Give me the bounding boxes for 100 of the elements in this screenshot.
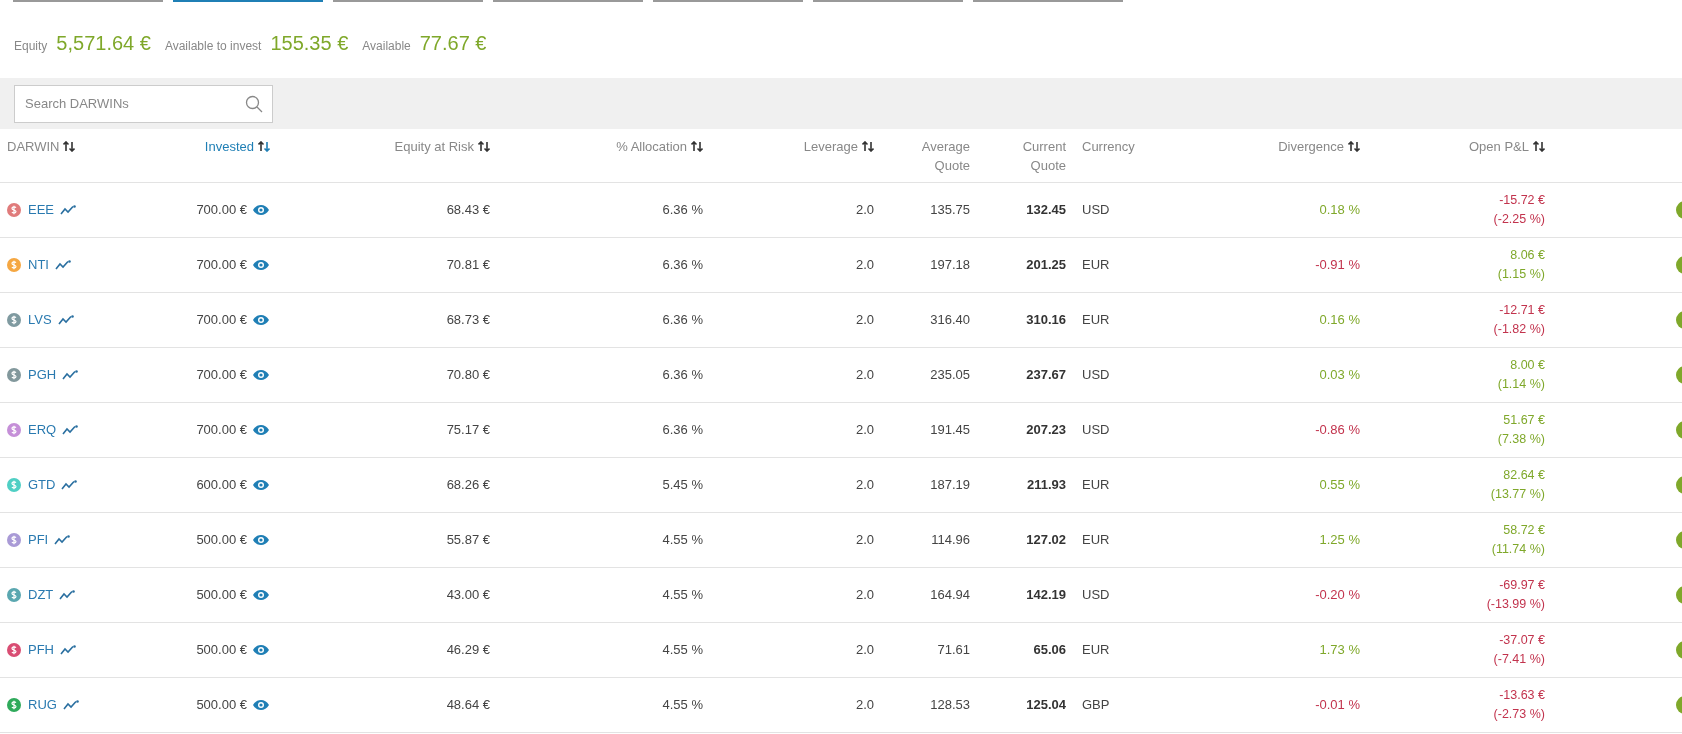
table-cell-text: 6.36 % xyxy=(662,366,703,385)
table-cell-text: (1.14 %) xyxy=(1497,376,1545,393)
table-cell-text: 0.18 % xyxy=(1319,201,1360,220)
table-cell-text: 65.06 xyxy=(1033,641,1066,660)
table-cell-text: 55.87 € xyxy=(446,531,490,550)
eye-icon[interactable] xyxy=(252,259,270,271)
table-cell-text: 4.55 % xyxy=(662,696,703,715)
table-cell-text: 4.55 % xyxy=(662,641,703,660)
column-header[interactable]: Invested xyxy=(204,137,254,156)
line-chart-icon[interactable] xyxy=(54,260,71,270)
table-cell-text: 43.00 € xyxy=(446,586,490,605)
darwin-link[interactable]: GTD xyxy=(28,475,56,495)
sort-icon[interactable] xyxy=(258,141,270,152)
eye-icon[interactable] xyxy=(252,699,270,711)
eye-icon[interactable] xyxy=(252,424,270,436)
darwin-link[interactable]: DZT xyxy=(28,585,54,605)
table-cell-text: 128.53 xyxy=(930,696,970,715)
column-header: Average Quote xyxy=(920,138,970,175)
table-cell-text: 700.00 € xyxy=(196,201,247,220)
table-cell-text: 500.00 € xyxy=(196,696,247,715)
table-cell-text: 310.16 xyxy=(1026,311,1066,330)
darwin-link[interactable]: PFH xyxy=(28,640,54,660)
table-cell-text: 125.04 xyxy=(1026,696,1066,715)
sort-icon[interactable] xyxy=(63,141,76,152)
table-cell-text: 237.67 xyxy=(1026,366,1066,385)
table-cell-text: 68.43 € xyxy=(446,201,490,220)
table-cell-text: USD xyxy=(1082,586,1110,605)
table-cell-text: 6.36 % xyxy=(662,256,703,275)
table-cell-text: EUR xyxy=(1082,641,1110,660)
table-cell-text: 0.55 % xyxy=(1319,476,1360,495)
column-header[interactable]: Open P&L xyxy=(1469,137,1529,156)
table-cell-text: 8.00 € xyxy=(1510,357,1545,374)
table-cell-text: (-7.41 %) xyxy=(1493,651,1545,668)
line-chart-icon[interactable] xyxy=(62,700,79,710)
darwin-link[interactable]: LVS xyxy=(28,310,52,330)
table-cell-text: 135.75 xyxy=(930,201,970,220)
search-icon[interactable] xyxy=(245,94,263,113)
table-cell-text: -12.71 € xyxy=(1499,302,1545,319)
line-chart-icon[interactable] xyxy=(60,205,76,215)
table-cell-text: 48.64 € xyxy=(446,696,490,715)
table-cell-text: 2.0 xyxy=(855,641,874,660)
eye-icon[interactable] xyxy=(252,644,270,656)
table-cell-text: 191.45 xyxy=(930,421,970,440)
table-cell-text: -0.86 % xyxy=(1315,421,1360,440)
table-cell-text: 197.18 xyxy=(930,256,970,275)
darwin-link[interactable]: RUG xyxy=(28,695,57,715)
table-cell-text: 211.93 xyxy=(1026,476,1066,495)
line-chart-icon[interactable] xyxy=(54,535,71,545)
line-chart-icon[interactable] xyxy=(59,590,76,600)
column-header[interactable]: DARWIN xyxy=(7,137,60,156)
line-chart-icon[interactable] xyxy=(62,425,79,435)
table-cell-text: EUR xyxy=(1082,311,1110,330)
table-cell-text: USD xyxy=(1082,201,1110,220)
line-chart-icon[interactable] xyxy=(57,315,74,325)
table-cell-text: (1.15 %) xyxy=(1497,266,1545,283)
eye-icon[interactable] xyxy=(252,369,270,381)
column-header[interactable]: Equity at Risk xyxy=(394,137,474,156)
table-cell-text: 127.02 xyxy=(1026,531,1066,550)
line-chart-icon[interactable] xyxy=(61,480,78,490)
sort-icon[interactable] xyxy=(478,141,490,152)
table-cell-text: 1.25 % xyxy=(1319,531,1360,550)
table-cell-text: (-2.73 %) xyxy=(1493,706,1545,723)
column-header[interactable]: % Allocation xyxy=(616,137,687,156)
table-cell-text: -13.63 € xyxy=(1499,687,1545,704)
table-cell-text: -37.07 € xyxy=(1499,632,1545,649)
table-cell-text: 68.26 € xyxy=(446,476,490,495)
sort-icon[interactable] xyxy=(691,141,703,152)
eye-icon[interactable] xyxy=(252,204,270,216)
table-cell-text: 235.05 xyxy=(930,366,970,385)
table-cell-text: 600.00 € xyxy=(196,476,247,495)
table-cell-text: 5.45 % xyxy=(662,476,703,495)
darwin-link[interactable]: PFI xyxy=(28,530,49,550)
sort-icon[interactable] xyxy=(1533,141,1545,152)
column-header[interactable]: Leverage xyxy=(803,137,858,156)
line-chart-icon[interactable] xyxy=(60,645,76,655)
table-cell-text: 700.00 € xyxy=(196,311,247,330)
table-cell-text: 700.00 € xyxy=(196,366,247,385)
table-cell-text: 6.36 % xyxy=(662,421,703,440)
eye-icon[interactable] xyxy=(252,314,270,326)
column-header[interactable]: Divergence xyxy=(1278,137,1344,156)
table-cell-text: (-13.99 %) xyxy=(1486,596,1545,613)
eye-icon[interactable] xyxy=(252,589,270,601)
sort-icon[interactable] xyxy=(1348,141,1360,152)
darwin-link[interactable]: ERQ xyxy=(28,420,57,440)
table-cell-text: 58.72 € xyxy=(1503,522,1545,539)
sort-icon[interactable] xyxy=(862,141,874,152)
eye-icon[interactable] xyxy=(252,479,270,491)
line-chart-icon[interactable] xyxy=(62,370,79,380)
darwin-link[interactable]: PGH xyxy=(28,365,57,385)
summary-label: Available xyxy=(362,38,411,55)
table-cell-text: 6.36 % xyxy=(662,201,703,220)
table-cell-text: USD xyxy=(1082,366,1110,385)
table-cell-text: -0.01 % xyxy=(1315,696,1360,715)
table-cell-text: 1.73 % xyxy=(1319,641,1360,660)
darwin-link[interactable]: NTI xyxy=(28,255,49,275)
eye-icon[interactable] xyxy=(252,534,270,546)
darwin-link[interactable]: EEE xyxy=(28,200,54,220)
table-cell-text: 2.0 xyxy=(855,311,874,330)
summary-label: Equity xyxy=(14,38,48,55)
search-field[interactable]: Search DARWINs xyxy=(14,84,273,123)
